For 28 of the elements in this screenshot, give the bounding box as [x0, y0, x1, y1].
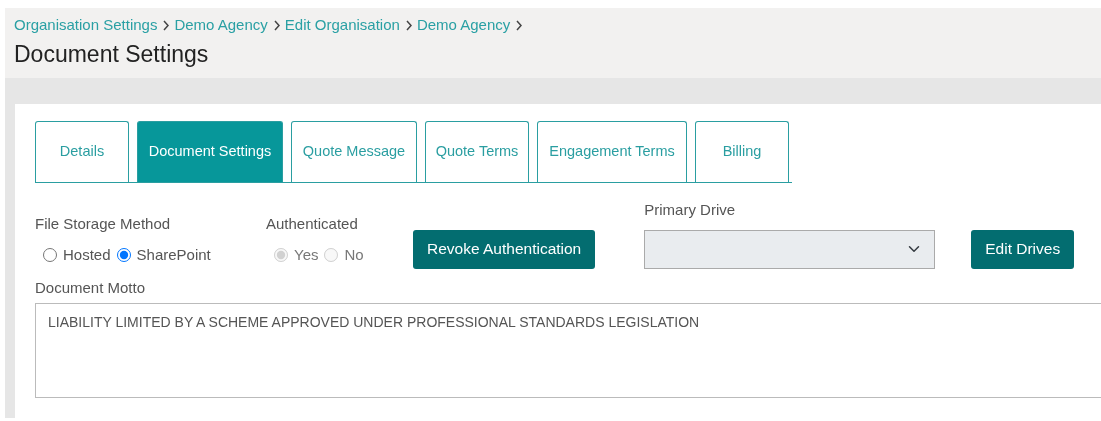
edit-drives-button[interactable]: Edit Drives — [971, 229, 1075, 269]
radio-label: No — [344, 244, 364, 265]
field-label: File Storage Method — [35, 214, 172, 235]
tab[interactable]: Billing — [695, 121, 789, 183]
tab[interactable]: Document Settings — [137, 121, 283, 183]
field-label: Authenticated — [266, 214, 359, 235]
chevron-icon — [162, 19, 171, 31]
tab[interactable]: Quote Message — [291, 121, 417, 183]
chevron-icon — [404, 19, 413, 31]
field-label: Primary Drive — [644, 200, 737, 221]
chevron-icon — [272, 19, 281, 31]
radio-button[interactable] — [116, 248, 131, 263]
breadcrumb-link[interactable]: Demo Agency — [174, 14, 268, 37]
tab[interactable]: Quote Terms — [425, 121, 529, 183]
breadcrumb-link[interactable]: Edit Organisation — [284, 14, 400, 37]
tab[interactable]: Details — [35, 121, 129, 183]
radio-label: Yes — [294, 244, 319, 265]
field-label: Document Motto — [35, 277, 147, 298]
motto-field[interactable]: LIABILITY LIMITED BY A SCHEME APPROVED UNDER PROFESSIONAL STANDARDS LEGISLATION — [35, 303, 1101, 399]
page-title: Document Settings — [14, 40, 210, 69]
radio-label: Hosted — [63, 244, 111, 265]
chevron-icon — [515, 19, 524, 31]
tab[interactable]: Engagement Terms — [537, 121, 687, 183]
radio-label: SharePoint — [136, 244, 211, 265]
breadcrumb-link[interactable]: Organisation Settings — [14, 14, 158, 37]
revoke-button[interactable]: Revoke Authentication — [413, 229, 596, 269]
radio-button[interactable] — [43, 248, 57, 263]
breadcrumb-link[interactable]: Demo Agency — [416, 14, 511, 37]
